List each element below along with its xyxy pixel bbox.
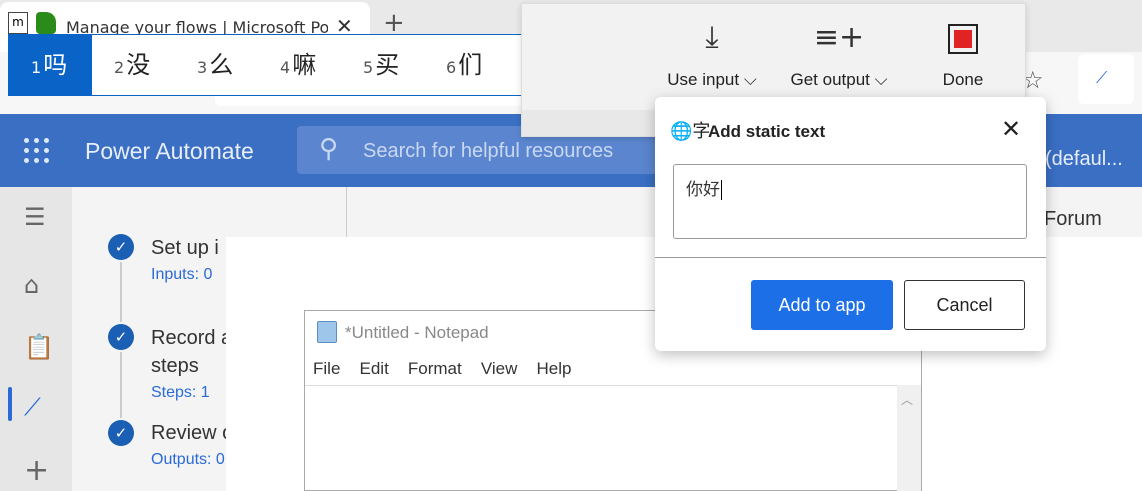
menu-format[interactable]: Format [408,359,462,379]
done-button[interactable]: Done [920,16,1006,106]
home-icon[interactable]: ⌂ [24,271,39,299]
scroll-up-icon[interactable]: ︿ [901,391,913,408]
add-static-text-dialog: 🌐字 Add static text ✕ 你好 Add to app Cance… [655,97,1046,351]
ime-candidate-5[interactable]: 5买 [341,35,399,95]
search-placeholder: Search for helpful resources [363,140,614,162]
search-icon: ⚲ [319,134,339,164]
candidate-number: 6 [446,58,457,77]
candidate-number: 1 [31,58,42,77]
notepad-scrollbar[interactable]: ︿ [897,385,921,491]
menu-view[interactable]: View [481,359,518,379]
candidate-text: 嘛 [292,51,317,79]
get-output-icon: ≡+ [813,20,865,55]
active-indicator [8,387,12,421]
chevron-down-icon: ⌵ [874,70,888,89]
candidate-text: 买 [375,51,400,79]
translate-icon: 🌐字 [670,121,711,142]
step-connector [120,262,122,322]
hamburger-menu-icon[interactable]: ☰ [24,203,46,231]
left-nav-rail: ☰ ⌂ 📋 ⟋ + [0,187,72,491]
clipboard-check-icon[interactable]: 📋 [24,333,54,361]
candidate-text: 没 [126,51,151,79]
notepad-menubar: File Edit Format View Help [313,359,585,383]
step-subtitle[interactable]: Inputs: 0 [151,266,212,284]
notepad-text-area[interactable] [305,385,897,491]
use-input-button[interactable]: ⤓ Use input ⌵ [652,16,772,106]
frog-icon [36,12,56,34]
candidate-text: 们 [458,51,483,79]
static-text-input[interactable]: 你好 [673,164,1027,239]
candidate-text: 么 [209,51,234,79]
step-check-icon: ✓ [108,420,134,446]
step-subtitle[interactable]: Steps: 1 [151,384,210,402]
environment-label[interactable]: (defaul... [1045,148,1123,171]
step-title: Set up i [151,237,219,259]
chevron-down-icon: ⌵ [743,70,757,89]
forum-link[interactable]: Forum [1044,208,1102,231]
close-icon[interactable]: ✕ [1001,115,1021,143]
text-cursor [721,180,722,200]
ime-candidate-4[interactable]: 4嘛 [258,35,316,95]
get-output-label: Get output [790,70,870,89]
use-input-label: Use input [667,70,740,89]
done-label: Done [942,70,984,89]
menu-edit[interactable]: Edit [360,359,389,379]
step-title: Review o [151,422,234,444]
create-plus-icon[interactable]: + [24,453,49,488]
notepad-title: *Untitled - Notepad [345,323,489,342]
stop-icon [948,24,978,54]
flow-icon: ⟋ [1096,68,1108,87]
step-check-icon: ✓ [108,324,134,350]
extension-button[interactable]: ⟋ [1078,54,1134,104]
menu-file[interactable]: File [313,359,340,379]
add-to-app-button[interactable]: Add to app [751,280,893,330]
step-connector [120,352,122,418]
candidate-number: 2 [114,58,125,77]
my-flows-icon[interactable]: ⟋ [24,393,41,421]
ime-candidate-2[interactable]: 2没 [92,35,150,95]
dialog-title: Add static text [708,122,826,141]
step-subtitle[interactable]: Outputs: 0 [151,451,225,469]
static-text-value: 你好 [686,180,720,200]
dialog-divider [655,257,1046,258]
cancel-button[interactable]: Cancel [904,280,1025,330]
step-title: Record a [151,327,233,349]
use-input-icon: ⤓ [705,20,719,55]
candidate-text: 吗 [43,51,68,79]
candidate-number: 4 [280,58,291,77]
tab-favicon-icon: m [8,12,28,34]
notepad-icon [317,321,337,343]
app-title[interactable]: Power Automate [85,138,254,165]
divider [346,187,347,237]
step-check-icon: ✓ [108,234,134,260]
ime-candidate-6[interactable]: 6们 [424,35,482,95]
get-output-button[interactable]: ≡+ Get output ⌵ [777,16,901,106]
app-launcher-icon[interactable] [24,138,50,164]
ime-candidate-1[interactable]: 1吗 [9,35,92,95]
candidate-number: 3 [197,58,208,77]
menu-help[interactable]: Help [536,359,571,379]
step-title-line2: steps [151,355,199,377]
ime-candidate-3[interactable]: 3么 [175,35,233,95]
candidate-number: 5 [363,58,374,77]
